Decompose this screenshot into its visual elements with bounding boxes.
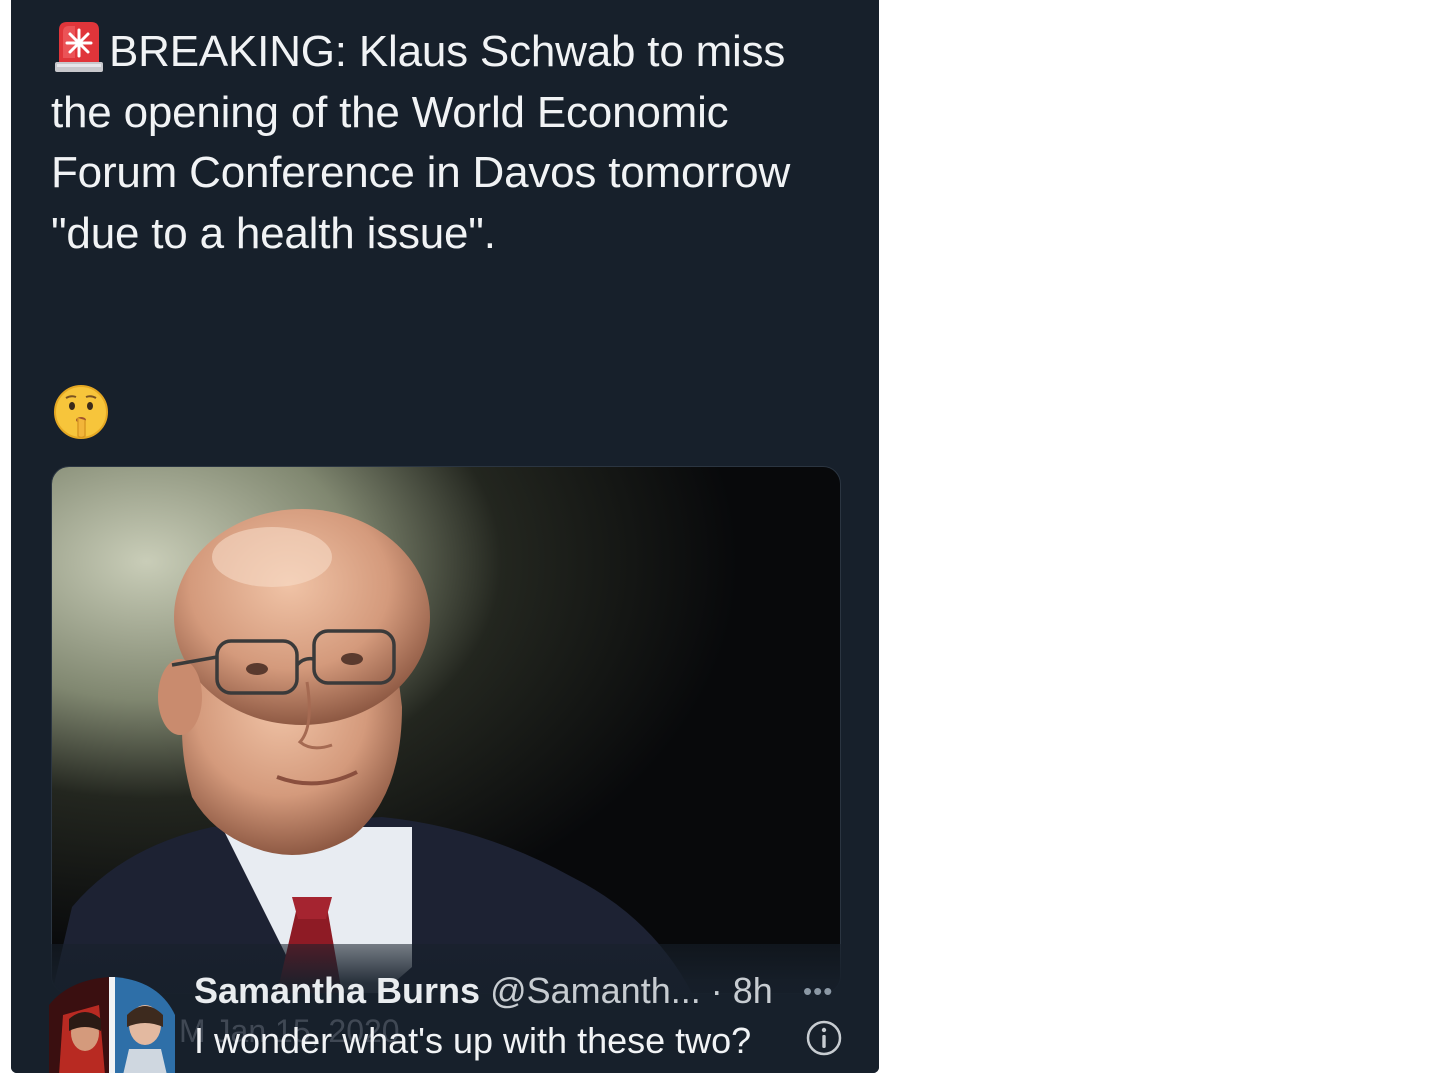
quoted-header: Samantha Burns @Samanth... · 8h [194,970,773,1012]
tweet-media-image[interactable] [51,466,841,994]
quoted-body: I wonder what's up with these two? [194,1020,752,1061]
tweet-card[interactable]: BREAKING: Klaus Schwab to miss the openi… [11,0,879,1073]
tweet-text: BREAKING: Klaus Schwab to miss the openi… [51,18,851,264]
quoted-timestamp: · 8h [710,970,773,1011]
tweet-text-body: BREAKING: Klaus Schwab to miss the openi… [51,27,791,258]
quoted-author-handle[interactable]: @Samanth... [490,970,701,1011]
more-options-icon[interactable]: ••• [803,976,833,1007]
avatar[interactable] [49,975,175,1073]
shushing-face-icon [53,384,109,440]
police-siren-icon [51,18,107,74]
info-icon[interactable] [805,1019,843,1057]
quoted-author-name[interactable]: Samantha Burns [194,970,480,1011]
